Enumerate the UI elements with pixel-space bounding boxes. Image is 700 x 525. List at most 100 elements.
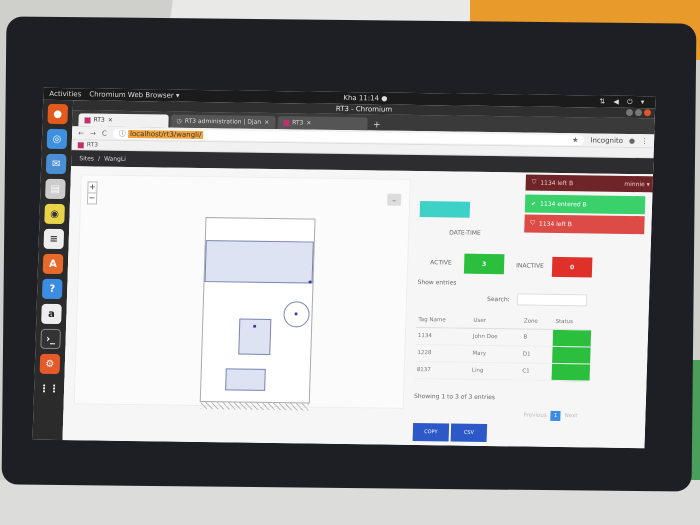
datetime-button[interactable] <box>419 201 471 218</box>
close-window-button[interactable] <box>643 109 652 117</box>
tab-rt3-2[interactable]: RT3 × <box>276 116 368 131</box>
datetime-label: DATE-TIME <box>449 229 481 237</box>
page-content: + − ⌄ DATE-TIME ACTIVE 3 INACTIVE 0 Show… <box>62 166 656 449</box>
info-icon: ⓘ <box>118 129 129 138</box>
status-cell-active <box>552 329 592 347</box>
forward-icon[interactable]: → <box>90 129 96 137</box>
zoom-control: + − <box>86 181 98 205</box>
tab-rt3-1[interactable]: RT3 × <box>78 113 169 128</box>
tab-close-icon[interactable]: × <box>108 117 113 124</box>
search-input[interactable] <box>516 293 588 307</box>
zone-c1[interactable] <box>225 368 266 391</box>
terminal-icon[interactable]: ›_ <box>40 328 61 350</box>
breadcrumb-separator: / <box>97 155 101 163</box>
user-menu[interactable]: minnie ▾ <box>624 180 650 187</box>
previous-page-button[interactable]: Previous <box>523 413 546 419</box>
csv-button[interactable]: CSV <box>450 423 488 443</box>
incognito-icon: ● <box>628 136 636 145</box>
thunderbird-icon[interactable]: ✉ <box>45 153 67 175</box>
maximize-button[interactable] <box>634 109 643 117</box>
column-header-tag-name[interactable]: Tag Name <box>416 313 472 329</box>
settings-icon[interactable]: ⚙ <box>39 353 61 375</box>
browser-window: RT3 - Chromium RT3 × ◷ RT3 administration … <box>62 100 656 449</box>
reload-icon[interactable]: C <box>102 129 107 137</box>
table-row[interactable]: 8137 Ling C1 <box>414 361 591 381</box>
user-cell: Ling <box>469 362 521 380</box>
page-1-button[interactable]: 1 <box>550 410 561 422</box>
window-title: RT3 - Chromium <box>335 104 393 114</box>
help-icon[interactable]: ? <box>41 278 63 300</box>
user-cell: John Doe <box>470 328 522 346</box>
clock[interactable]: Kha 11:14 ● <box>343 94 387 103</box>
tab-close-icon[interactable]: × <box>264 119 269 126</box>
zone-cell: C1 <box>520 362 553 381</box>
column-header-user[interactable]: User <box>471 313 523 329</box>
zone-cell: D1 <box>520 345 553 364</box>
tag-name-cell: 8137 <box>414 361 471 380</box>
url-text[interactable]: localhost/rt3/wangli/ <box>127 129 204 139</box>
breadcrumb-current: WangLi <box>103 155 127 163</box>
rt3-favicon <box>77 141 84 148</box>
check-icon: ✔ <box>530 200 537 208</box>
zone-b[interactable] <box>204 240 314 284</box>
rhythmbox-icon[interactable]: ◉ <box>44 203 65 225</box>
bookmark-rt3[interactable]: RT3 <box>87 141 98 148</box>
app-menu[interactable]: Chromium Web Browser ▾ <box>89 90 179 99</box>
zoom-in-button[interactable]: + <box>88 182 96 192</box>
column-header-status[interactable]: Status <box>553 314 592 330</box>
screen: Activities Chromium Web Browser ▾ Kha 11… <box>32 87 656 449</box>
software-center-icon[interactable]: A <box>42 253 64 275</box>
tab-rt3-admin[interactable]: ◷ RT3 administration | Djan × <box>170 114 276 130</box>
user-cell: Mary <box>470 345 522 363</box>
show-entries-label[interactable]: Show entries <box>417 279 456 287</box>
floor-hatch <box>200 401 309 411</box>
floor-plan <box>199 217 316 411</box>
writer-icon[interactable]: ≡ <box>43 228 65 250</box>
toast-left[interactable]: ⛉ 1134 left B <box>524 214 645 235</box>
active-label: ACTIVE <box>430 259 452 267</box>
shield-icon: ⛉ <box>531 178 537 186</box>
inactive-label: INACTIVE <box>516 262 545 270</box>
table-info: Showing 1 to 3 of 3 entries <box>413 392 496 402</box>
django-favicon: ◷ <box>176 117 182 125</box>
back-icon[interactable]: ← <box>78 129 84 137</box>
zoom-out-button[interactable]: − <box>87 192 97 204</box>
notification-bar-text: 1134 left B <box>540 179 574 187</box>
tag-name-cell: 1134 <box>415 327 472 346</box>
export-buttons: COPY CSV <box>412 422 488 443</box>
app-grid-icon[interactable]: ⋮⋮ <box>39 379 60 399</box>
new-tab-button[interactable]: + <box>373 120 381 130</box>
breadcrumb-sites[interactable]: Sites <box>79 155 94 162</box>
active-count: 3 <box>463 253 505 275</box>
chevron-down-icon[interactable]: ⌄ <box>386 193 402 206</box>
copy-button[interactable]: COPY <box>412 422 450 442</box>
activities-button[interactable]: Activities <box>49 90 81 98</box>
next-page-button[interactable]: Next <box>565 413 578 419</box>
pagination: Previous 1 Next <box>523 410 578 422</box>
minimize-button[interactable] <box>625 108 634 117</box>
rt3-favicon <box>283 119 290 126</box>
toast-entered-text: 1134 entered B <box>540 200 587 208</box>
floor-map[interactable]: + − ⌄ <box>73 174 411 411</box>
toast-left-text: 1134 left B <box>538 220 573 228</box>
firefox-icon[interactable]: ● <box>47 103 69 125</box>
files-icon[interactable]: ▤ <box>45 178 66 200</box>
status-cell-active <box>552 346 591 364</box>
menu-icon[interactable]: ⋮ <box>641 137 648 145</box>
incognito-label: Incognito <box>590 135 624 145</box>
shield-icon: ⛉ <box>530 219 536 227</box>
tab-close-icon[interactable]: × <box>306 119 311 126</box>
star-icon[interactable]: ★ <box>572 136 579 144</box>
chromium-icon[interactable]: ◎ <box>46 128 68 150</box>
toast-entered[interactable]: ✔ 1134 entered B <box>524 194 646 215</box>
system-tray[interactable]: ⇅ ◀ ⏻ ▾ <box>599 97 647 107</box>
notification-bar[interactable]: ⛉ 1134 left B minnie ▾ <box>525 174 656 193</box>
column-header-zone[interactable]: Zone <box>521 314 554 330</box>
zone-cell: B <box>521 328 554 347</box>
status-cell-active <box>551 363 591 381</box>
search-label: Search: <box>486 296 510 304</box>
amazon-icon[interactable]: a <box>41 303 62 325</box>
rt3-favicon <box>84 116 91 123</box>
tag-name-cell: 1228 <box>415 344 471 363</box>
tags-table: Tag Name User Zone Status 1134 John Doe … <box>414 313 592 381</box>
